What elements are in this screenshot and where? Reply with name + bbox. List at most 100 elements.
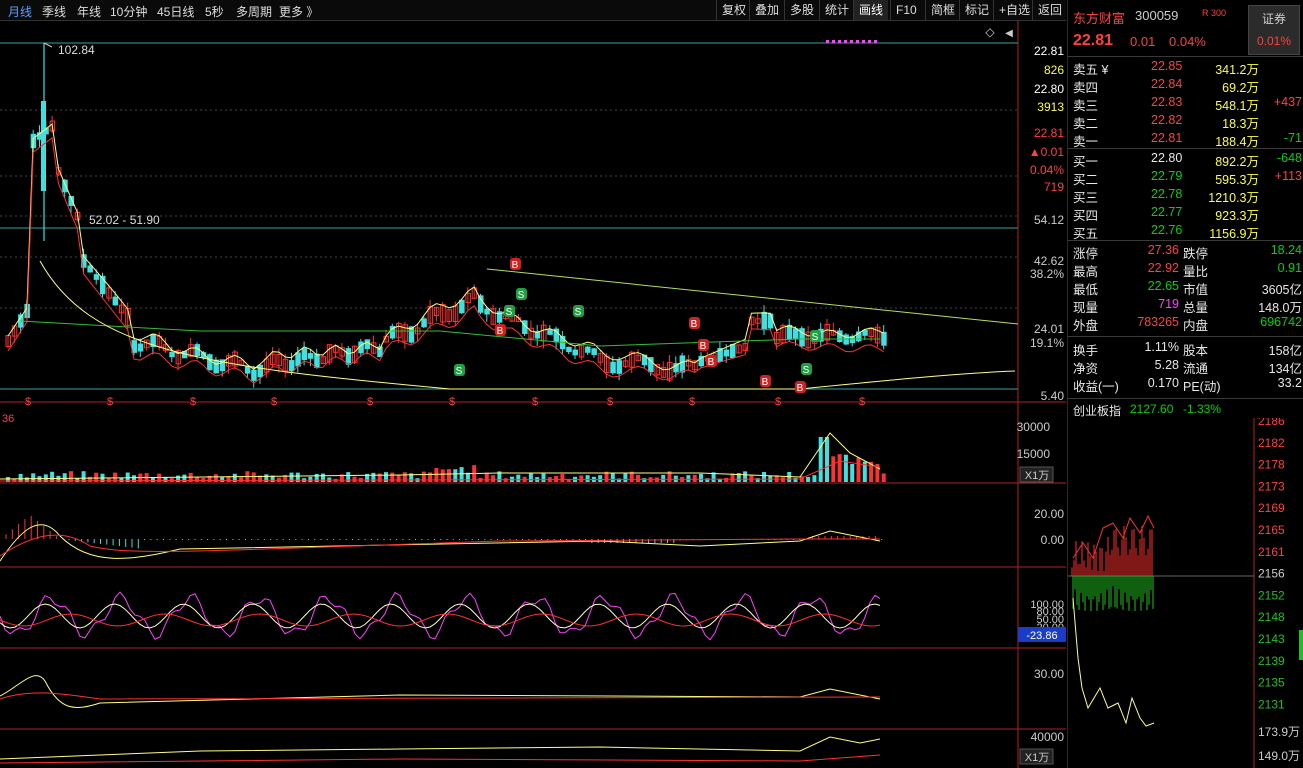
quote-panel: 东方财富 300059 R 300 证券 0.01% 22.81 0.01 0.… <box>1067 0 1303 768</box>
period-tab[interactable]: 多周期 <box>236 3 272 20</box>
ask-price: 22.84 <box>1151 77 1183 91</box>
stat-row[interactable]: 收益(一) 0.170 PE(动) 33.2 <box>1068 375 1303 394</box>
candle-body <box>251 369 257 381</box>
toolbar-button[interactable]: 复权 <box>716 0 751 20</box>
tick-dot <box>826 40 829 43</box>
candle-body <box>547 329 553 335</box>
toolbar-button[interactable]: 标记 <box>959 0 994 20</box>
period-tab[interactable]: 45日线 <box>157 3 194 20</box>
volume-bar <box>699 473 703 482</box>
candle-body <box>289 360 295 372</box>
volume-bar <box>541 473 546 482</box>
tick-dot <box>844 40 847 43</box>
idx-axis-label: 2131 <box>1258 697 1285 711</box>
toolbar-button[interactable]: F10 <box>890 0 922 20</box>
idx-axis-label: 2169 <box>1258 501 1285 515</box>
toolbar-button[interactable]: 画线 <box>853 0 889 20</box>
index-pct: -1.33% <box>1183 402 1222 416</box>
volume-unit-label: X1万 <box>1025 470 1049 482</box>
sector-badge[interactable]: 证券 0.01% <box>1248 5 1300 55</box>
volume-bar <box>308 476 313 482</box>
marker-text: B <box>762 377 769 388</box>
volume-bar <box>314 473 319 482</box>
collapse-arrow-icon: ◀ <box>1005 28 1013 39</box>
sell-marker: S <box>516 288 527 301</box>
volume-bar <box>642 478 647 482</box>
volume-bar <box>793 477 798 482</box>
idx-axis-label: 2178 <box>1258 458 1285 472</box>
volume-bar <box>371 472 376 482</box>
bid-price: 22.80 <box>1151 151 1183 165</box>
toolbar-button[interactable]: 简框 <box>925 0 960 20</box>
toolbar-button[interactable]: 多股 <box>784 0 819 20</box>
stat-row[interactable]: 现量 719 总量 148.0万 <box>1068 296 1303 315</box>
stat-row[interactable]: 净资 5.28 流通 134亿 <box>1068 357 1303 376</box>
buy-marker: B <box>698 339 709 352</box>
idx-axis-label: 2186 <box>1258 418 1285 428</box>
stat-label: 收益(一) <box>1073 380 1119 394</box>
stock-code: 300059 <box>1135 8 1179 23</box>
period-tab[interactable]: 年线 <box>77 3 101 20</box>
bid-row[interactable]: 买四 22.77 923.3万 <box>1068 204 1303 223</box>
marker-text: S <box>575 307 582 318</box>
div-marker: $ <box>532 396 538 408</box>
divider <box>1068 336 1303 337</box>
idx-axis-label: 2182 <box>1258 436 1285 450</box>
price-axis-label: 54.12 <box>1034 213 1064 227</box>
marker-text: B <box>797 383 804 394</box>
idx-axis-label: 2152 <box>1258 588 1285 602</box>
marker-text: S <box>518 290 525 301</box>
marker-text: B <box>700 341 707 352</box>
stat-row[interactable]: 涨停 27.36 跌停 18.24 <box>1068 242 1303 261</box>
index-value: 2127.60 <box>1130 402 1174 416</box>
candle-body <box>616 360 623 374</box>
bid-row[interactable]: 买五 22.76 1156.9万 <box>1068 222 1303 241</box>
sell-marker: S <box>454 364 465 377</box>
period-tab[interactable]: 10分钟 <box>110 3 147 20</box>
period-tab[interactable]: 5秒 <box>205 3 224 20</box>
volume-bar <box>75 478 80 482</box>
candle-body <box>730 343 736 359</box>
toolbar-button[interactable]: +自选 <box>993 0 1035 20</box>
stat-row[interactable]: 外盘 783265 内盘 696742 <box>1068 314 1303 333</box>
period-tab[interactable]: 季线 <box>42 3 66 20</box>
price-axis-label: 22.81 <box>1034 126 1064 140</box>
toolbar-button[interactable]: 返回 <box>1032 0 1067 20</box>
toolbar-button[interactable]: 统计 <box>819 0 854 20</box>
ask-row[interactable]: 卖五 ¥22.85 341.2万 <box>1068 58 1303 77</box>
volume-bar <box>428 472 433 482</box>
stat-row[interactable]: 最高 22.92 量比 0.91 <box>1068 260 1303 279</box>
stat-row[interactable]: 最低 22.65 市值 3605亿 <box>1068 278 1303 297</box>
macd-axis-label: 0.00 <box>1041 533 1065 547</box>
ask-row[interactable]: 卖二 22.82 18.3万 <box>1068 112 1303 131</box>
period-tab[interactable]: 更多 》 <box>279 3 318 20</box>
ask-row[interactable]: 卖一 22.81 188.4万 -71 <box>1068 130 1303 149</box>
volume-bar <box>352 476 357 482</box>
idx-axis-label: 2135 <box>1258 676 1285 690</box>
bid-row[interactable]: 买三 22.78 1210.3万 <box>1068 186 1303 205</box>
bid-row[interactable]: 买二 22.79 595.3万 +113 <box>1068 168 1303 187</box>
stat-value: 783265 <box>1137 315 1179 329</box>
div-marker: $ <box>367 396 373 408</box>
toolbar-button[interactable]: 叠加 <box>749 0 784 20</box>
kline-chart-area[interactable]: BSSBSSBBBBBSS$ $ $ $ $ $ $ $ $ $ $102.8452.02 - 51… <box>0 21 1066 768</box>
volume-bar <box>169 478 174 482</box>
index-chart: 2186 2182 2178 2173 2169 2165 2161 2156 2152 2148… <box>1068 418 1303 768</box>
ask-price: 22.82 <box>1151 113 1183 127</box>
candle-body <box>862 329 868 336</box>
bid-change: +113 <box>1274 169 1302 183</box>
stat-label: 内盘 <box>1183 319 1209 333</box>
volume-bar <box>661 474 666 482</box>
sell-marker: S <box>801 363 812 376</box>
bid-row[interactable]: 买一 22.80 892.2万 -648 <box>1068 150 1303 169</box>
candle-body <box>257 364 263 378</box>
idx-vol-label: 173.9万 <box>1258 725 1300 739</box>
candle-body <box>572 349 578 356</box>
stat-value: 0.91 <box>1277 261 1302 275</box>
ask-row[interactable]: 卖四 22.84 69.2万 <box>1068 76 1303 95</box>
stat-value: 22.65 <box>1147 279 1179 293</box>
volume-bar <box>812 475 817 482</box>
ask-row[interactable]: 卖三 22.83 548.1万 +437 <box>1068 94 1303 113</box>
period-tab[interactable]: 月线 <box>8 3 32 20</box>
stat-row[interactable]: 换手 1.11% 股本 158亿 <box>1068 339 1303 358</box>
